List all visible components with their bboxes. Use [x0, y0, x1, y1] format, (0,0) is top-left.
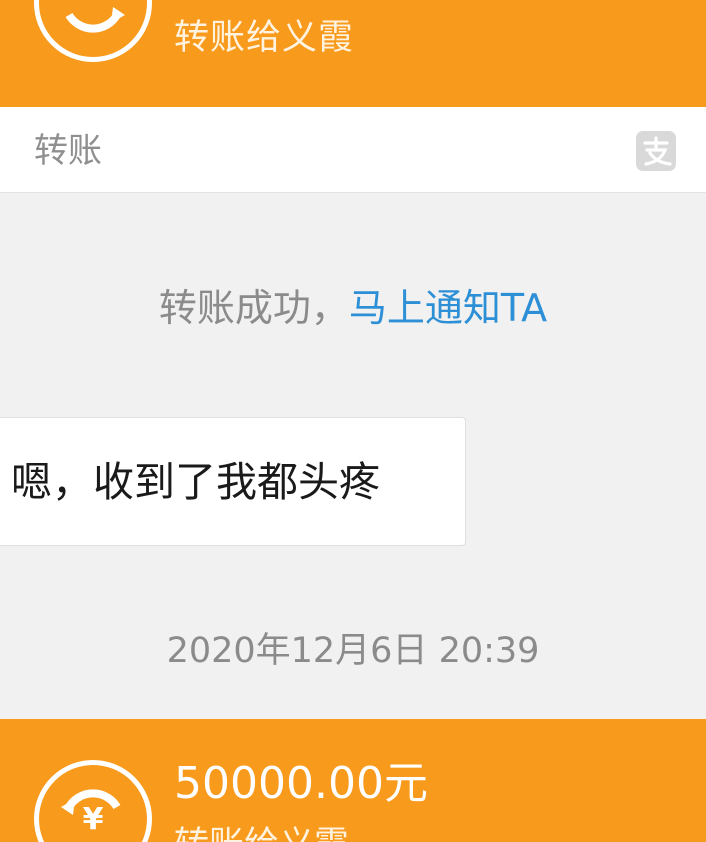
- transfer-type-label: 转账: [34, 131, 102, 171]
- chat-screen: 转账给义霞 转账 转账成功，马上通知TA 嗯，收到了我都头疼 2020年12月6…: [0, 0, 706, 842]
- transfer-card-top[interactable]: 转账给义霞: [0, 0, 706, 107]
- transfer-card-title: 转账给义霞: [174, 823, 349, 842]
- transfer-card-bottom[interactable]: ¥ 50000.00元 转账给义霞: [0, 719, 706, 842]
- message-bubble[interactable]: 嗯，收到了我都头疼: [0, 417, 466, 546]
- transfer-card-title: 转账给义霞: [174, 18, 355, 58]
- message-timestamp: 2020年12月6日 20:39: [166, 631, 540, 671]
- transfer-amount: 50000.00元: [174, 758, 428, 809]
- transfer-card-footer[interactable]: 转账: [0, 107, 706, 193]
- transfer-success-notice: 转账成功，马上通知TA: [0, 280, 706, 336]
- message-text: 嗯，收到了我都头疼: [11, 458, 380, 506]
- notice-text: 转账成功，: [158, 286, 349, 330]
- yuan-exchange-icon: ¥: [34, 760, 152, 842]
- yuan-exchange-icon: [34, 0, 152, 62]
- alipay-icon: [636, 131, 676, 171]
- notify-link[interactable]: 马上通知TA: [349, 286, 547, 330]
- svg-text:¥: ¥: [83, 802, 104, 837]
